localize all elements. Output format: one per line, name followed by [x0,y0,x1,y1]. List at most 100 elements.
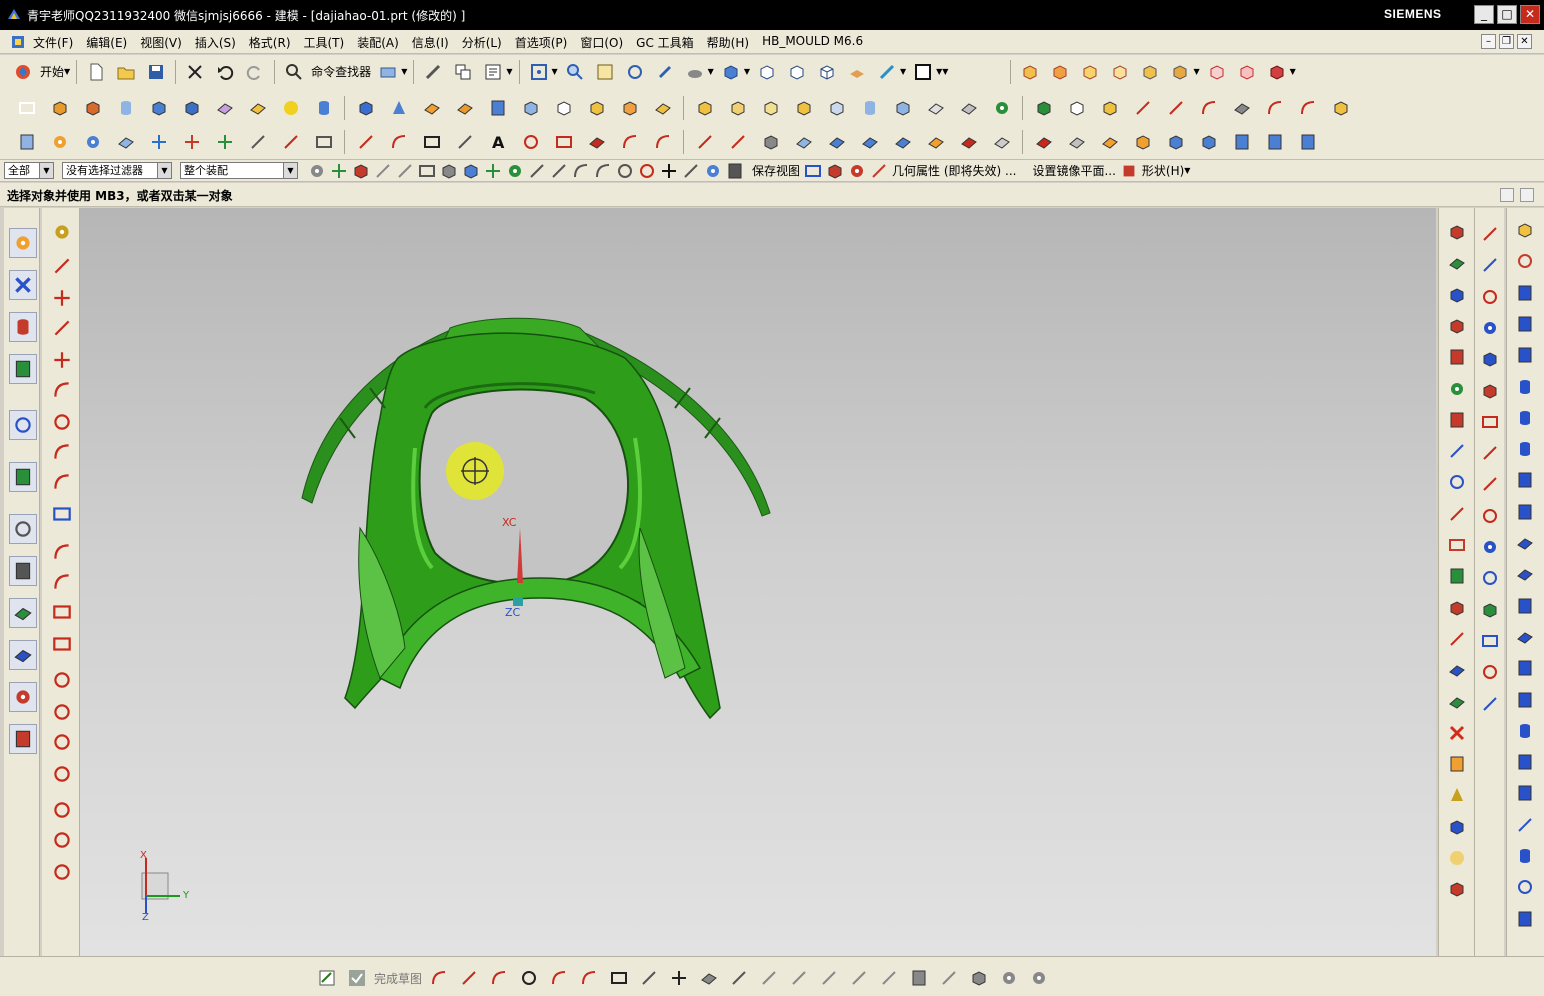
rb3-19-icon[interactable] [1513,781,1537,805]
rb-color-icon[interactable] [1445,377,1469,401]
trim-curve-icon[interactable] [1128,95,1157,121]
unite-icon[interactable] [987,95,1016,121]
bb-option-icon[interactable] [966,965,992,991]
bb-extend-icon[interactable] [756,965,782,991]
rb-move-icon[interactable] [1445,314,1469,338]
bridge-icon[interactable] [1293,95,1322,121]
menu-item-0[interactable]: 文件(F) [33,34,73,51]
snap-point-icon[interactable] [329,161,349,181]
pocket-icon[interactable] [483,95,512,121]
draft-icon[interactable] [756,95,785,121]
bb-corner-icon[interactable] [786,965,812,991]
bb-point-icon[interactable] [666,965,692,991]
point-set-icon[interactable] [144,129,173,155]
bb-convert-icon[interactable] [936,965,962,991]
doc-restore-button[interactable]: ❐ [1499,34,1514,49]
rb-sheet-icon[interactable] [1445,251,1469,275]
bb-circle-icon[interactable] [516,965,542,991]
intersect-curve-icon[interactable] [615,129,644,155]
menu-item-10[interactable]: 窗口(O) [580,34,623,51]
fillet-curve-icon[interactable] [1194,95,1223,121]
shape-icon[interactable] [1120,158,1138,184]
bb-misc-icon[interactable] [1026,965,1052,991]
sphere-icon[interactable] [276,95,305,121]
extend-icon[interactable] [1161,95,1190,121]
rb3-9-icon[interactable] [1513,468,1537,492]
close-button[interactable]: ✕ [1520,5,1540,24]
doc-close-button[interactable]: ✕ [1517,34,1532,49]
sk-polygon-icon[interactable] [50,762,74,786]
sk-trim-icon[interactable] [50,600,74,624]
snap-tangent-icon[interactable] [593,161,613,181]
start-icon[interactable] [10,59,36,85]
info-icon[interactable] [9,410,37,440]
rb-table-icon[interactable] [1445,533,1469,557]
rb2-gear-icon[interactable] [1478,316,1502,340]
rb3-8-icon[interactable] [1513,437,1537,461]
web-browser-icon[interactable] [9,462,37,492]
cone-icon[interactable] [384,95,413,121]
sk-circle-3pt-icon[interactable] [50,700,74,724]
replace-face-icon[interactable] [1326,95,1355,121]
polyline-icon[interactable] [450,129,479,155]
redo-icon[interactable] [242,59,268,85]
rb-grid-icon[interactable] [1445,408,1469,432]
intersect-icon[interactable] [1062,95,1091,121]
rb3-5-icon[interactable] [1513,343,1537,367]
sk-parallel-icon[interactable] [50,316,74,340]
shape-menu[interactable]: 形状(H) [1142,162,1184,179]
snap-existing-icon[interactable] [659,161,679,181]
project-icon[interactable] [582,129,611,155]
rb-solid-icon[interactable] [1445,220,1469,244]
through-curves-icon[interactable] [822,129,851,155]
bb-profile-icon[interactable] [426,965,452,991]
menu-item-13[interactable]: HB_MOULD M6.6 [762,34,863,51]
isoparam-icon[interactable] [690,129,719,155]
rb2-rect-icon[interactable] [1478,410,1502,434]
pad-icon[interactable] [516,95,545,121]
menu-item-1[interactable]: 编辑(E) [86,34,127,51]
menu-item-7[interactable]: 信息(I) [412,34,449,51]
rb3-16-icon[interactable] [1513,688,1537,712]
iso-view-icon[interactable] [814,59,840,85]
sk-chamfer-icon[interactable] [50,570,74,594]
part-navigator-icon[interactable] [12,129,41,155]
rb3-20-icon[interactable] [1513,813,1537,837]
rb2-lock-icon[interactable] [1478,504,1502,528]
deselect-icon[interactable] [373,161,393,181]
cue-option-icon[interactable] [1500,188,1514,202]
select-face-icon[interactable] [461,161,481,181]
bb-polyline-icon[interactable] [636,965,662,991]
set-mirror-plane-button[interactable]: 设置镜像平面... [1032,162,1115,179]
mesh-icon[interactable] [855,129,884,155]
sk-line-icon[interactable] [50,254,74,278]
menu-item-4[interactable]: 格式(R) [249,34,291,51]
line-icon[interactable] [351,129,380,155]
edge-blend-icon[interactable] [648,95,677,121]
sk-pattern-icon[interactable] [50,502,74,526]
green-part-model[interactable] [301,317,771,720]
menu-item-9[interactable]: 首选项(P) [515,34,568,51]
menu-item-2[interactable]: 视图(V) [140,34,182,51]
select-body-icon[interactable] [439,161,459,181]
subtract-icon[interactable] [1029,95,1058,121]
rb2-bar-icon[interactable] [1478,692,1502,716]
rb2-array-icon[interactable] [1478,347,1502,371]
sk-curve-icon[interactable] [50,410,74,434]
start-button-label[interactable]: 开始 [40,63,64,80]
extension-icon[interactable] [954,129,983,155]
sk-dim-icon[interactable] [50,860,74,884]
sk-angle-icon[interactable] [50,286,74,310]
block-icon[interactable] [177,95,206,121]
thread-icon[interactable] [615,95,644,121]
rb3-4-icon[interactable] [1513,312,1537,336]
fit-view-icon[interactable] [526,59,552,85]
view-orient-icon[interactable] [718,59,744,85]
rb-section-icon[interactable] [1445,596,1469,620]
rb-group-icon[interactable] [1445,752,1469,776]
divide-face-icon[interactable] [1293,129,1322,155]
select-all-icon[interactable] [351,161,371,181]
system-materials-icon[interactable] [9,556,37,586]
assembly-icon-3[interactable] [1077,59,1103,85]
display-mode-icon[interactable] [375,59,401,85]
